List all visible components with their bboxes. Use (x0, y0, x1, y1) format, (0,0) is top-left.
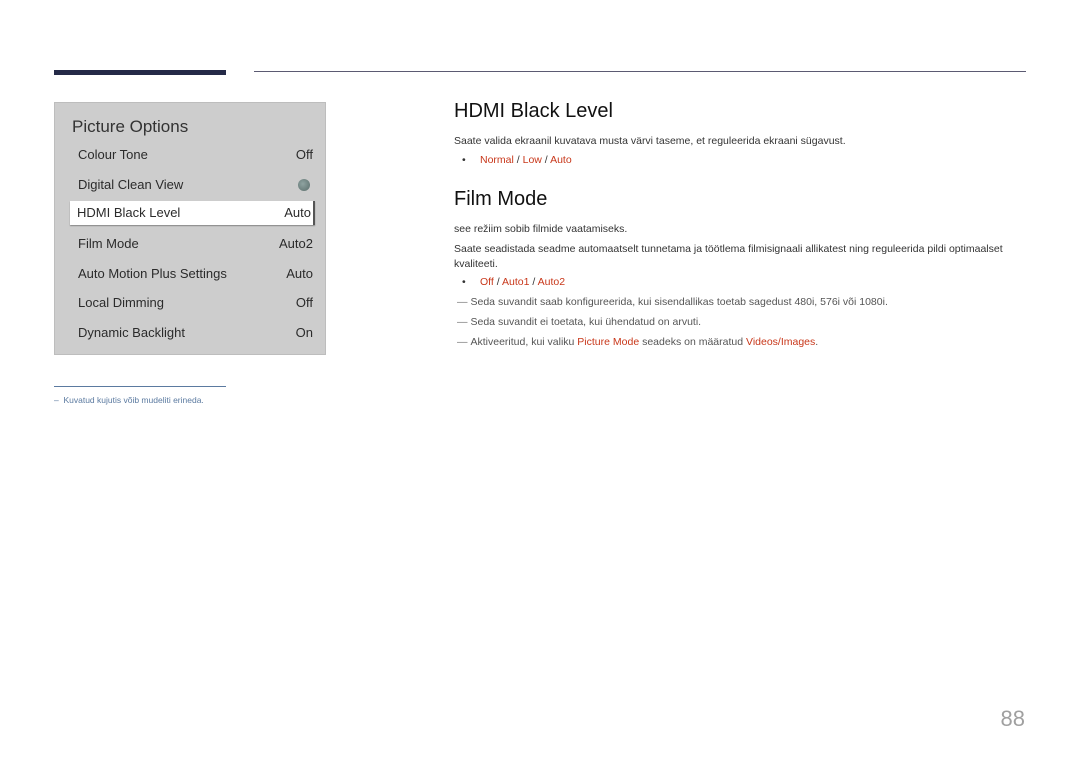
menu-item-dynamic-backlight[interactable]: Dynamic Backlight On (71, 321, 315, 345)
hdmi-description: Saate valida ekraanil kuvatava musta vär… (454, 135, 846, 147)
picture-mode-ref: Picture Mode (577, 336, 640, 348)
menu-item-value: Auto2 (279, 236, 313, 251)
menu-item-label: Digital Clean View (78, 177, 184, 192)
menu-item-auto-motion-plus[interactable]: Auto Motion Plus Settings Auto (71, 262, 315, 286)
note-text: . (815, 336, 819, 348)
menu-item-value: Auto (284, 205, 311, 220)
menu-item-hdmi-black-level[interactable]: HDMI Black Level Auto (70, 201, 315, 225)
toggle-indicator-icon[interactable] (298, 179, 310, 191)
option-normal: Normal (480, 154, 514, 166)
menu-item-colour-tone[interactable]: Colour Tone Off (71, 143, 315, 167)
menu-item-label: HDMI Black Level (77, 205, 181, 220)
note-1: — Seda suvandit saab konfigureerida, kui … (457, 296, 888, 308)
separator: / (541, 154, 551, 166)
option-auto2: Auto2 (537, 276, 566, 288)
page-number: 88 (1000, 706, 1025, 731)
film-description-1: see režiim sobib filmide vaatamiseks. (454, 223, 628, 235)
footnote: – Kuvatud kujutis võib mudeliti erineda. (54, 395, 204, 405)
separator: / (529, 276, 538, 288)
note-text: Seda suvandit ei toetata, kui ühendatud … (470, 316, 702, 328)
note-dash-icon: — (457, 316, 468, 328)
film-options-list: • Off / Auto1 / Auto2 (462, 276, 565, 288)
option-auto1: Auto1 (502, 276, 530, 288)
menu-item-value: Off (295, 147, 313, 162)
header-accent-bar (54, 70, 226, 75)
hdmi-black-level-heading: HDMI Black Level (454, 100, 613, 122)
menu-item-local-dimming[interactable]: Local Dimming Off (71, 291, 315, 315)
separator: / (493, 276, 502, 288)
footnote-dash: – (54, 395, 59, 405)
option-low: Low (522, 154, 542, 166)
menu-item-label: Auto Motion Plus Settings (78, 266, 227, 281)
menu-item-label: Local Dimming (78, 295, 164, 310)
menu-item-value: Off (295, 295, 313, 310)
note-text: seadeks on määratud (639, 336, 746, 348)
bullet-icon: • (462, 276, 466, 288)
menu-item-film-mode[interactable]: Film Mode Auto2 (71, 232, 315, 256)
panel-title: Picture Options (72, 117, 189, 136)
footnote-rule (54, 386, 226, 387)
note-2: — Seda suvandit ei toetata, kui ühendatud… (457, 316, 701, 328)
hdmi-options-list: • Normal / Low / Auto (462, 154, 572, 166)
picture-options-panel: Picture Options Colour Tone Off Digital … (54, 102, 326, 355)
option-auto: Auto (550, 154, 572, 166)
header-rule (254, 71, 1026, 72)
note-dash-icon: — (457, 336, 468, 348)
separator: / (513, 154, 523, 166)
footnote-text: Kuvatud kujutis võib mudeliti erineda. (63, 395, 204, 405)
menu-item-value: On (295, 325, 313, 340)
menu-item-value: Auto (286, 266, 313, 281)
menu-item-digital-clean-view[interactable]: Digital Clean View (71, 173, 315, 197)
film-description-2: Saate seadistada seadme automaatselt tun… (454, 243, 1003, 270)
film-mode-heading: Film Mode (454, 188, 548, 210)
menu-item-label: Dynamic Backlight (78, 325, 185, 340)
note-dash-icon: — (457, 296, 468, 308)
videos-images-ref: Videos/Images (746, 336, 816, 348)
option-off: Off (480, 276, 494, 288)
note-text: Aktiveeritud, kui valiku (470, 336, 578, 348)
menu-item-label: Film Mode (78, 236, 139, 251)
note-3: — Aktiveeritud, kui valiku Picture Mode s… (457, 336, 818, 348)
bullet-icon: • (462, 154, 466, 166)
menu-item-label: Colour Tone (78, 147, 148, 162)
note-text: Seda suvandit saab konfigureerida, kui s… (470, 296, 888, 308)
